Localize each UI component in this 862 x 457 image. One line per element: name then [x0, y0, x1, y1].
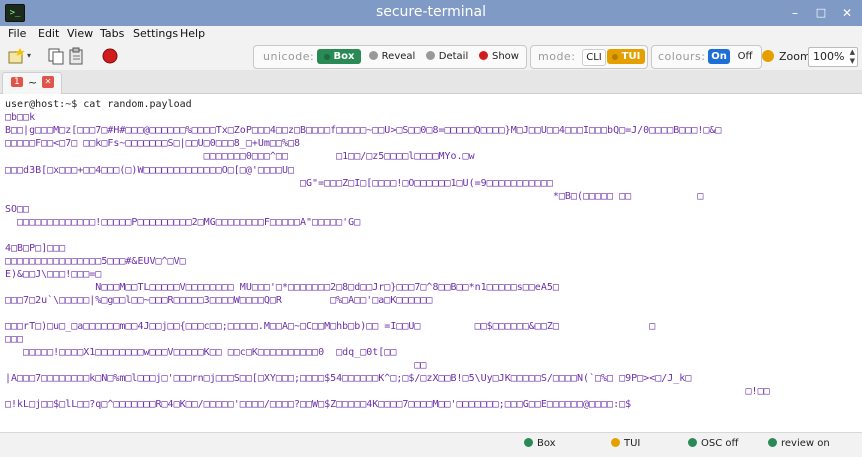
unicode-box-button[interactable]: Box	[317, 49, 361, 64]
terminal-line: |A□□□7□□□□□□□□k□N□%m□l□□□j□'□□□rn□j□□□S□…	[5, 373, 692, 384]
unicode-detail-button[interactable]: Detail	[423, 49, 471, 64]
unicode-label: unicode:	[263, 50, 315, 63]
unicode-show-button[interactable]: Show	[478, 49, 520, 64]
colours-on-button[interactable]: On	[708, 49, 730, 64]
menu-bar: File Edit View Tabs Settings Help	[0, 26, 862, 42]
menu-settings[interactable]: Settings	[133, 27, 178, 40]
mode-label: mode:	[538, 50, 576, 63]
status-bar: Box TUI OSC off review on	[0, 432, 862, 457]
tab-bar: 1 ~ ✕	[0, 70, 862, 94]
terminal-line: □□□□□□□0□□□^□□ □1□□/□z5□□□□l□□□□MYo.□w	[5, 151, 475, 162]
terminal-line: N□□□M□□TL□□□□□V□□□□□□□□ MU□□□'□*□□□□□□□2…	[5, 282, 559, 293]
colours-label: colours:	[658, 50, 706, 63]
new-tab-icon[interactable]	[7, 47, 25, 65]
title-bar: >_ secure-terminal – □ ✕	[0, 0, 862, 26]
chevron-down-icon[interactable]: ▾	[27, 47, 37, 65]
status-dot-icon	[368, 51, 378, 60]
maximize-button[interactable]: □	[812, 4, 830, 22]
terminal-prompt-line: user@host:~$ cat random.payload	[5, 99, 192, 110]
terminal-line: *□B□(□□□□□ □□ □	[5, 191, 704, 202]
tab-number-badge: 1	[11, 77, 23, 87]
terminal-line: □□□7□2u`\□□□□□|%□g□□l□□~□□□R□□□□□3□□□□W□…	[5, 295, 433, 306]
status-osc: OSC off	[688, 438, 738, 449]
mode-cli-button[interactable]: CLI	[582, 49, 606, 66]
minimize-button[interactable]: –	[786, 4, 804, 22]
window-title: secure-terminal	[375, 4, 487, 20]
terminal-line: SO□□	[5, 204, 30, 215]
status-dot-icon	[768, 438, 777, 447]
colours-off-button[interactable]: Off	[734, 49, 756, 64]
tab-label: ~	[28, 76, 38, 89]
colours-group: colours: On Off	[651, 45, 762, 69]
menu-help[interactable]: Help	[180, 27, 205, 40]
terminal-line: □□□d3B[□x□□□+□□4□□□(□)W□□□□□□□□□□□□□O□[□…	[5, 165, 294, 176]
zoom-value: 100%	[813, 50, 845, 63]
record-icon[interactable]	[101, 47, 119, 65]
terminal-line: □□	[5, 360, 427, 371]
tab-close-icon[interactable]: ✕	[42, 76, 54, 88]
status-unicode: Box	[524, 438, 556, 449]
mode-group: mode: CLI TUI	[530, 45, 648, 69]
terminal-line: B□□|g□□□M□z[□□□7□#H#□□□@□□□□□□%□□□□Tx□Zo…	[5, 125, 722, 136]
status-dot-icon	[524, 438, 533, 447]
status-dot-icon	[688, 438, 697, 447]
unicode-group: unicode: Box Reveal Detail Show	[253, 45, 527, 69]
zoom-select[interactable]: 100% ▲ ▼	[808, 47, 858, 67]
status-dot-icon	[611, 54, 618, 60]
terminal-line: □G"=□□□Z□I□[□□□□!□O□□□□□□1□U(=9□□□□□□□□□…	[5, 178, 553, 189]
paste-icon[interactable]	[67, 47, 85, 65]
menu-view[interactable]: View	[67, 27, 93, 40]
mode-tui-button[interactable]: TUI	[607, 49, 645, 64]
status-dot-icon	[425, 51, 435, 60]
menu-edit[interactable]: Edit	[38, 27, 59, 40]
tab-terminal-1[interactable]: 1 ~ ✕	[2, 72, 62, 94]
zoom-icon	[762, 50, 774, 62]
status-review: review on	[768, 438, 830, 449]
terminal-line: □□□□□!□□□□X1□□□□□□□□w□□□V□□□□□K□□ □□c□K□…	[5, 347, 397, 358]
status-mode: TUI	[611, 438, 640, 449]
terminal-line: □□□rT□)□u□_□a□□□□□□m□□4J□□j□□{□□□c□□;□□□…	[5, 321, 656, 332]
terminal-line: □□□□□□□□□□□□□!□□□□□P□□□□□□□□□2□MG□□□□□□□…	[5, 217, 361, 228]
terminal-line: □!kL□j□□$□lL□□?q□^□□□□□□□R□4□K□□/□□□□□'□…	[5, 399, 632, 410]
terminal-line: □b□□k	[5, 112, 36, 123]
terminal-output[interactable]: user@host:~$ cat random.payload □b□□k B□…	[0, 94, 862, 430]
close-window-button[interactable]: ✕	[838, 4, 856, 22]
terminal-line: 4□B□P□]□□□	[5, 243, 66, 254]
toolbar: ▾ unicode: Box Reveal Detail Show mode: …	[0, 42, 862, 70]
status-dot-icon	[611, 438, 620, 447]
status-dot-icon	[479, 51, 488, 60]
terminal-line: E)&□□J\□□□!□□□=□	[5, 269, 102, 280]
menu-tabs[interactable]: Tabs	[100, 27, 124, 40]
terminal-line: □□□□□□□□□□□□□□□□5□□□#&EUV□^□V□	[5, 256, 186, 267]
status-dot-icon	[323, 54, 330, 60]
unicode-reveal-button[interactable]: Reveal	[367, 49, 417, 64]
spin-arrows-icon[interactable]: ▲ ▼	[850, 48, 855, 66]
terminal-line: □!□□	[5, 386, 770, 397]
zoom-label: Zoom	[779, 50, 811, 63]
terminal-line: □□□	[5, 334, 24, 345]
menu-file[interactable]: File	[8, 27, 26, 40]
copy-icon[interactable]	[47, 47, 65, 65]
terminal-line: □□□□□F□□<□7□ □□k□Fs~□□□□□□□S□|□□U□0□□□8_…	[5, 138, 301, 149]
